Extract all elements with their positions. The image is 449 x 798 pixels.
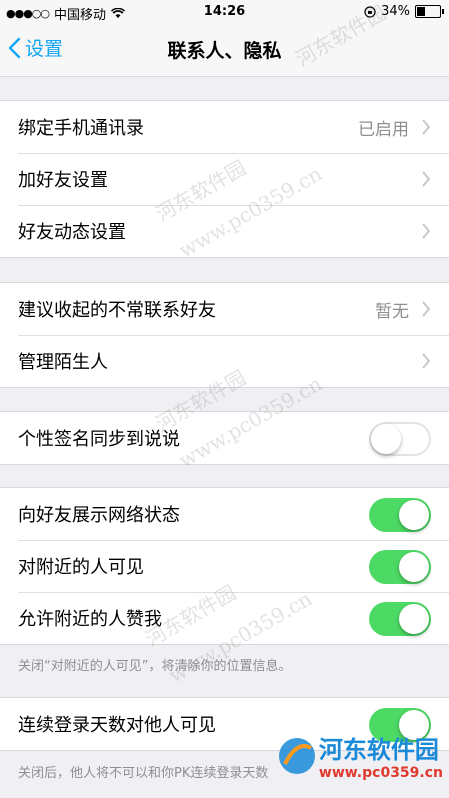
row-label: 连续登录天数对他人可见 (18, 715, 216, 736)
row-label: 向好友展示网络状态 (18, 505, 180, 526)
logo-name: 河东软件园 (318, 736, 439, 764)
chevron-right-icon (422, 119, 431, 135)
page-title: 联系人、隐私 (167, 40, 282, 62)
navigation-bar: 设置 联系人、隐私 (0, 24, 449, 77)
row-visible-to-nearby: 对附近的人可见 (0, 540, 449, 592)
row-label: 绑定手机通讯录 (18, 118, 144, 139)
battery-percent: 34% (381, 4, 410, 19)
row-label: 允许附近的人赞我 (18, 609, 162, 630)
row-label: 管理陌生人 (18, 352, 108, 373)
group-signature: 个性签名同步到说说 (0, 411, 449, 465)
row-sync-signature: 个性签名同步到说说 (0, 412, 449, 464)
rotation-lock-icon (364, 5, 376, 18)
status-bar: ●●●○○ 中国移动 14:26 34% (0, 0, 449, 24)
row-value: 暂无 (375, 301, 409, 322)
network-status-toggle[interactable] (369, 498, 431, 532)
row-manage-strangers[interactable]: 管理陌生人 (0, 335, 449, 387)
group-friends: 建议收起的不常联系好友 暂无 管理陌生人 (0, 282, 449, 388)
allow-nearby-likes-toggle[interactable] (369, 602, 431, 636)
row-allow-nearby-likes: 允许附近的人赞我 (0, 592, 449, 644)
row-label: 建议收起的不常联系好友 (18, 300, 216, 321)
row-label: 加好友设置 (18, 170, 108, 191)
visibility-footnote: 关闭“对附近的人可见”，将清除你的位置信息。 (18, 659, 292, 674)
row-bind-contacts[interactable]: 绑定手机通讯录 已启用 (0, 101, 449, 153)
group-contacts: 绑定手机通讯录 已启用 加好友设置 好友动态设置 (0, 100, 449, 258)
logo-mark-icon (278, 737, 315, 774)
battery-icon (415, 5, 444, 18)
login-days-footnote: 关闭后，他人将不可以和你PK连续登录天数 (18, 766, 269, 781)
chevron-right-icon (422, 223, 431, 239)
row-label: 个性签名同步到说说 (18, 429, 180, 450)
site-logo: 河东软件园 www.pc0359.cn (275, 730, 443, 781)
row-label: 好友动态设置 (18, 222, 126, 243)
row-value: 已启用 (358, 119, 409, 140)
row-label: 对附近的人可见 (18, 557, 144, 578)
chevron-right-icon (422, 353, 431, 369)
logo-url: www.pc0359.cn (318, 765, 443, 781)
row-add-friend-settings[interactable]: 加好友设置 (0, 153, 449, 205)
chevron-right-icon (422, 301, 431, 317)
row-friend-feed-settings[interactable]: 好友动态设置 (0, 205, 449, 257)
row-show-network-status: 向好友展示网络状态 (0, 488, 449, 540)
visible-to-nearby-toggle[interactable] (369, 550, 431, 584)
group-visibility: 向好友展示网络状态 对附近的人可见 允许附近的人赞我 (0, 487, 449, 645)
row-collapse-inactive-friends[interactable]: 建议收起的不常联系好友 暂无 (0, 283, 449, 335)
status-right: 34% (364, 4, 444, 19)
chevron-right-icon (422, 171, 431, 187)
sync-signature-toggle[interactable] (369, 422, 431, 456)
